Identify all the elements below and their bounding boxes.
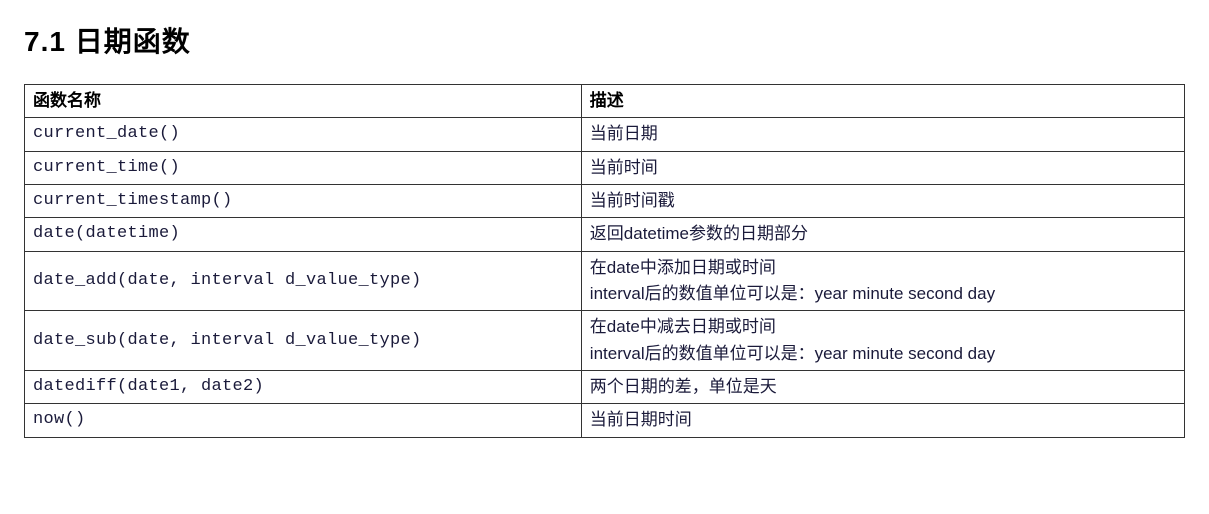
description-line: interval后的数值单位可以是：year minute second day: [590, 281, 1176, 307]
section-heading: 7.1 日期函数: [24, 20, 1185, 60]
table-header-row: 函数名称 描述: [25, 85, 1185, 118]
function-name-cell: current_timestamp(): [25, 185, 582, 218]
function-name-cell: date_add(date, interval d_value_type): [25, 251, 582, 311]
function-name-cell: current_date(): [25, 118, 582, 151]
description-line: 在date中添加日期或时间: [590, 255, 1176, 281]
table-row: date_add(date, interval d_value_type)在da…: [25, 251, 1185, 311]
description-cell: 当前时间戳: [581, 185, 1184, 218]
table-row: datediff(date1, date2)两个日期的差，单位是天: [25, 371, 1185, 404]
date-functions-table: 函数名称 描述 current_date()当前日期current_time()…: [24, 84, 1185, 438]
table-row: date_sub(date, interval d_value_type)在da…: [25, 311, 1185, 371]
function-name-cell: datediff(date1, date2): [25, 371, 582, 404]
function-name-cell: current_time(): [25, 151, 582, 184]
table-row: current_timestamp()当前时间戳: [25, 185, 1185, 218]
function-name-cell: date(datetime): [25, 218, 582, 251]
function-name-cell: date_sub(date, interval d_value_type): [25, 311, 582, 371]
description-cell: 返回datetime参数的日期部分: [581, 218, 1184, 251]
description-cell: 两个日期的差，单位是天: [581, 371, 1184, 404]
table-row: current_date()当前日期: [25, 118, 1185, 151]
table-row: date(datetime)返回datetime参数的日期部分: [25, 218, 1185, 251]
description-cell: 当前日期时间: [581, 404, 1184, 437]
header-function-name: 函数名称: [25, 85, 582, 118]
header-description: 描述: [581, 85, 1184, 118]
description-cell: 当前日期: [581, 118, 1184, 151]
function-name-cell: now(): [25, 404, 582, 437]
description-cell: 在date中减去日期或时间interval后的数值单位可以是：year minu…: [581, 311, 1184, 371]
table-body: current_date()当前日期current_time()当前时间curr…: [25, 118, 1185, 437]
description-line: 在date中减去日期或时间: [590, 314, 1176, 340]
table-row: current_time()当前时间: [25, 151, 1185, 184]
description-cell: 在date中添加日期或时间interval后的数值单位可以是：year minu…: [581, 251, 1184, 311]
description-cell: 当前时间: [581, 151, 1184, 184]
table-row: now()当前日期时间: [25, 404, 1185, 437]
description-line: interval后的数值单位可以是：year minute second day: [590, 341, 1176, 367]
